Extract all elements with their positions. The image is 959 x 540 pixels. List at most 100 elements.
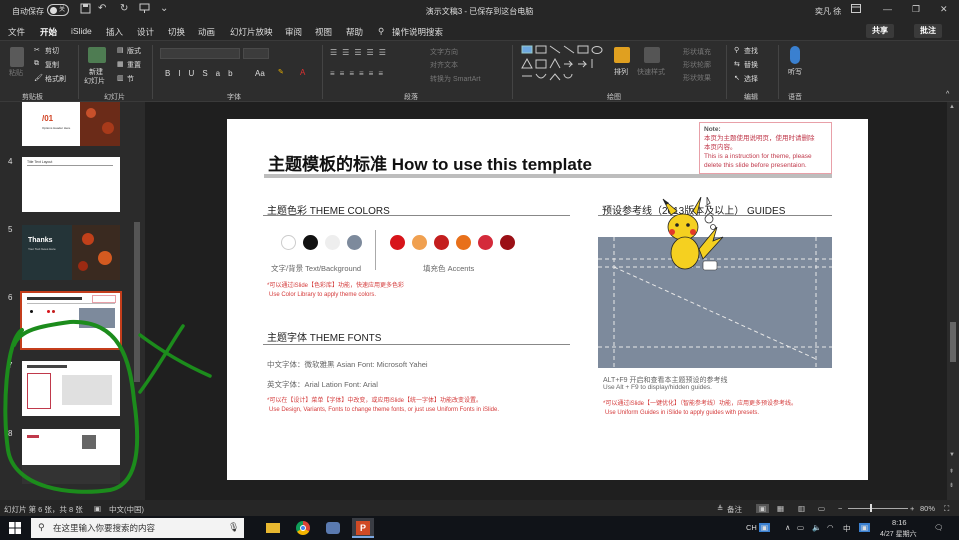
copy-button[interactable]: 复制: [45, 60, 59, 70]
thumbnail-scrollbar[interactable]: [133, 102, 141, 500]
cut-button[interactable]: 剪切: [45, 46, 59, 56]
shape-outline-button[interactable]: 形状轮廓: [683, 60, 711, 70]
next-slide-icon[interactable]: ⇟: [949, 482, 954, 489]
quick-styles-icon[interactable]: [644, 47, 660, 63]
highlight-icon[interactable]: ✎: [278, 68, 284, 76]
zoom-level[interactable]: 80%: [920, 504, 935, 513]
slideshow-icon[interactable]: ▭: [818, 504, 825, 513]
tab-transitions[interactable]: 切换: [168, 26, 185, 38]
replace-icon[interactable]: ⇆: [734, 60, 740, 68]
ime-indicator[interactable]: CH: [746, 523, 757, 532]
battery-icon[interactable]: ▭: [797, 523, 804, 532]
slide-sorter-icon[interactable]: ▦: [777, 504, 784, 513]
tab-animations[interactable]: 动画: [198, 26, 215, 38]
font-name-box[interactable]: [160, 48, 240, 59]
shape-effects-button[interactable]: 形状效果: [683, 73, 711, 83]
clock-date[interactable]: 4/27 星期六: [880, 529, 917, 539]
ime-tray-icon[interactable]: ▣: [859, 523, 871, 532]
comments-button[interactable]: 批注: [914, 24, 942, 38]
thumbnail-scroll-thumb[interactable]: [134, 222, 140, 382]
spelling-icon[interactable]: ▣: [94, 504, 101, 513]
tab-islide[interactable]: iSlide: [71, 26, 92, 36]
smartart-button[interactable]: 转换为 SmartArt: [430, 74, 481, 84]
font-color-icon[interactable]: A: [300, 68, 305, 77]
note-box[interactable]: Note: 本页为主题使用说明页，使用时请删除 本页内容。 This is a …: [699, 122, 832, 174]
tab-insert[interactable]: 插入: [106, 26, 123, 38]
arrange-button[interactable]: 排列: [614, 67, 628, 77]
scroll-down-icon[interactable]: ▼: [949, 452, 955, 458]
normal-view-icon[interactable]: ▣: [756, 504, 770, 513]
tab-design[interactable]: 设计: [137, 26, 154, 38]
slide-thumbnail-3[interactable]: /01 Options Header Here: [22, 102, 120, 146]
notification-icon[interactable]: 🗨: [934, 523, 944, 532]
clock-time[interactable]: 8:16: [892, 518, 907, 527]
reset-button[interactable]: 重置: [127, 60, 141, 70]
notes-icon[interactable]: ≜: [717, 504, 723, 513]
font-size-box[interactable]: [243, 48, 269, 59]
tab-file[interactable]: 文件: [8, 26, 25, 38]
zoom-slider-track[interactable]: [848, 508, 908, 509]
shape-fill-button[interactable]: 形状填充: [683, 47, 711, 57]
tab-home[interactable]: 开始: [40, 26, 58, 42]
slide-thumbnail-7[interactable]: [22, 361, 120, 416]
text-direction-button[interactable]: 文字方向: [430, 47, 458, 57]
reading-view-icon[interactable]: ▥: [798, 504, 805, 513]
new-slide-icon[interactable]: [88, 47, 106, 63]
list-icons[interactable]: ☰☰☰☰☰: [330, 48, 391, 57]
language-indicator[interactable]: 中文(中国): [109, 504, 144, 515]
current-slide[interactable]: 主题模板的标准 How to use this template Note: 本…: [227, 119, 868, 480]
shapes-gallery[interactable]: [520, 44, 606, 86]
replace-button[interactable]: 替换: [744, 60, 758, 70]
copy-icon[interactable]: ⧉: [34, 60, 39, 68]
tab-view[interactable]: 视图: [315, 26, 332, 38]
zoom-in-button[interactable]: +: [910, 504, 914, 513]
zoom-slider-thumb[interactable]: [870, 504, 872, 512]
microphone-search-icon[interactable]: 🎙: [228, 522, 239, 533]
font-size-change-icon[interactable]: Aa: [255, 69, 265, 78]
collapse-ribbon-icon[interactable]: ^: [946, 91, 949, 98]
find-icon[interactable]: ⚲: [734, 46, 739, 54]
network-icon[interactable]: ◠: [827, 523, 834, 532]
minimize-button[interactable]: —: [883, 4, 892, 14]
maximize-button[interactable]: ❐: [912, 4, 920, 15]
align-text-button[interactable]: 对齐文本: [430, 60, 458, 70]
section-icon[interactable]: ▥: [117, 74, 124, 82]
quick-styles-button[interactable]: 快速样式: [637, 67, 665, 77]
show-hidden-icons[interactable]: ∧: [785, 523, 791, 532]
windows-start-icon[interactable]: [9, 522, 21, 534]
arrange-icon[interactable]: [614, 47, 630, 63]
cut-icon[interactable]: ✂: [34, 46, 40, 54]
microphone-icon[interactable]: [790, 46, 800, 64]
layout-icon[interactable]: ▤: [117, 46, 124, 54]
dictate-button[interactable]: 听写: [788, 67, 802, 77]
section-button[interactable]: 节: [127, 74, 134, 84]
tell-me-search[interactable]: 操作说明搜索: [392, 26, 443, 38]
slide-thumbnail-5[interactable]: Thanks Your Text Goes Here: [22, 225, 120, 280]
zoom-out-button[interactable]: −: [838, 504, 842, 513]
tab-review[interactable]: 审阅: [285, 26, 302, 38]
paste-icon[interactable]: [10, 47, 24, 67]
slide-thumbnail-8[interactable]: [22, 429, 120, 484]
taskbar-search-input[interactable]: 在这里输入你要搜索的内容: [31, 518, 244, 538]
paste-label[interactable]: 粘贴: [9, 68, 23, 78]
app-icon[interactable]: [322, 518, 344, 538]
align-icons[interactable]: ≡≡≡≡≡≡: [330, 69, 388, 78]
select-icon[interactable]: ↖: [734, 74, 740, 82]
canvas-scrollbar[interactable]: ▲ ▼ ⇞ ⇟: [947, 102, 959, 500]
font-format-icons[interactable]: BIUSab: [165, 69, 241, 78]
previous-slide-icon[interactable]: ⇞: [949, 468, 954, 475]
format-painter-icon[interactable]: 🖌: [34, 74, 43, 82]
file-explorer-icon[interactable]: [262, 518, 284, 538]
user-name[interactable]: 奕凡 徐: [815, 6, 841, 17]
scroll-up-icon[interactable]: ▲: [949, 104, 955, 110]
ime-app-icon[interactable]: ▣: [759, 523, 771, 532]
fit-to-window-icon[interactable]: ⛶: [944, 504, 949, 514]
slide-thumbnail-6[interactable]: [20, 291, 122, 350]
ribbon-display-options-icon[interactable]: [851, 4, 861, 15]
tab-slideshow[interactable]: 幻灯片放映: [230, 26, 273, 38]
canvas-scroll-thumb[interactable]: [950, 322, 956, 362]
reset-icon[interactable]: ▦: [117, 60, 124, 68]
find-button[interactable]: 查找: [744, 46, 758, 56]
layout-button[interactable]: 版式: [127, 46, 141, 56]
tab-help[interactable]: 帮助: [346, 26, 363, 38]
